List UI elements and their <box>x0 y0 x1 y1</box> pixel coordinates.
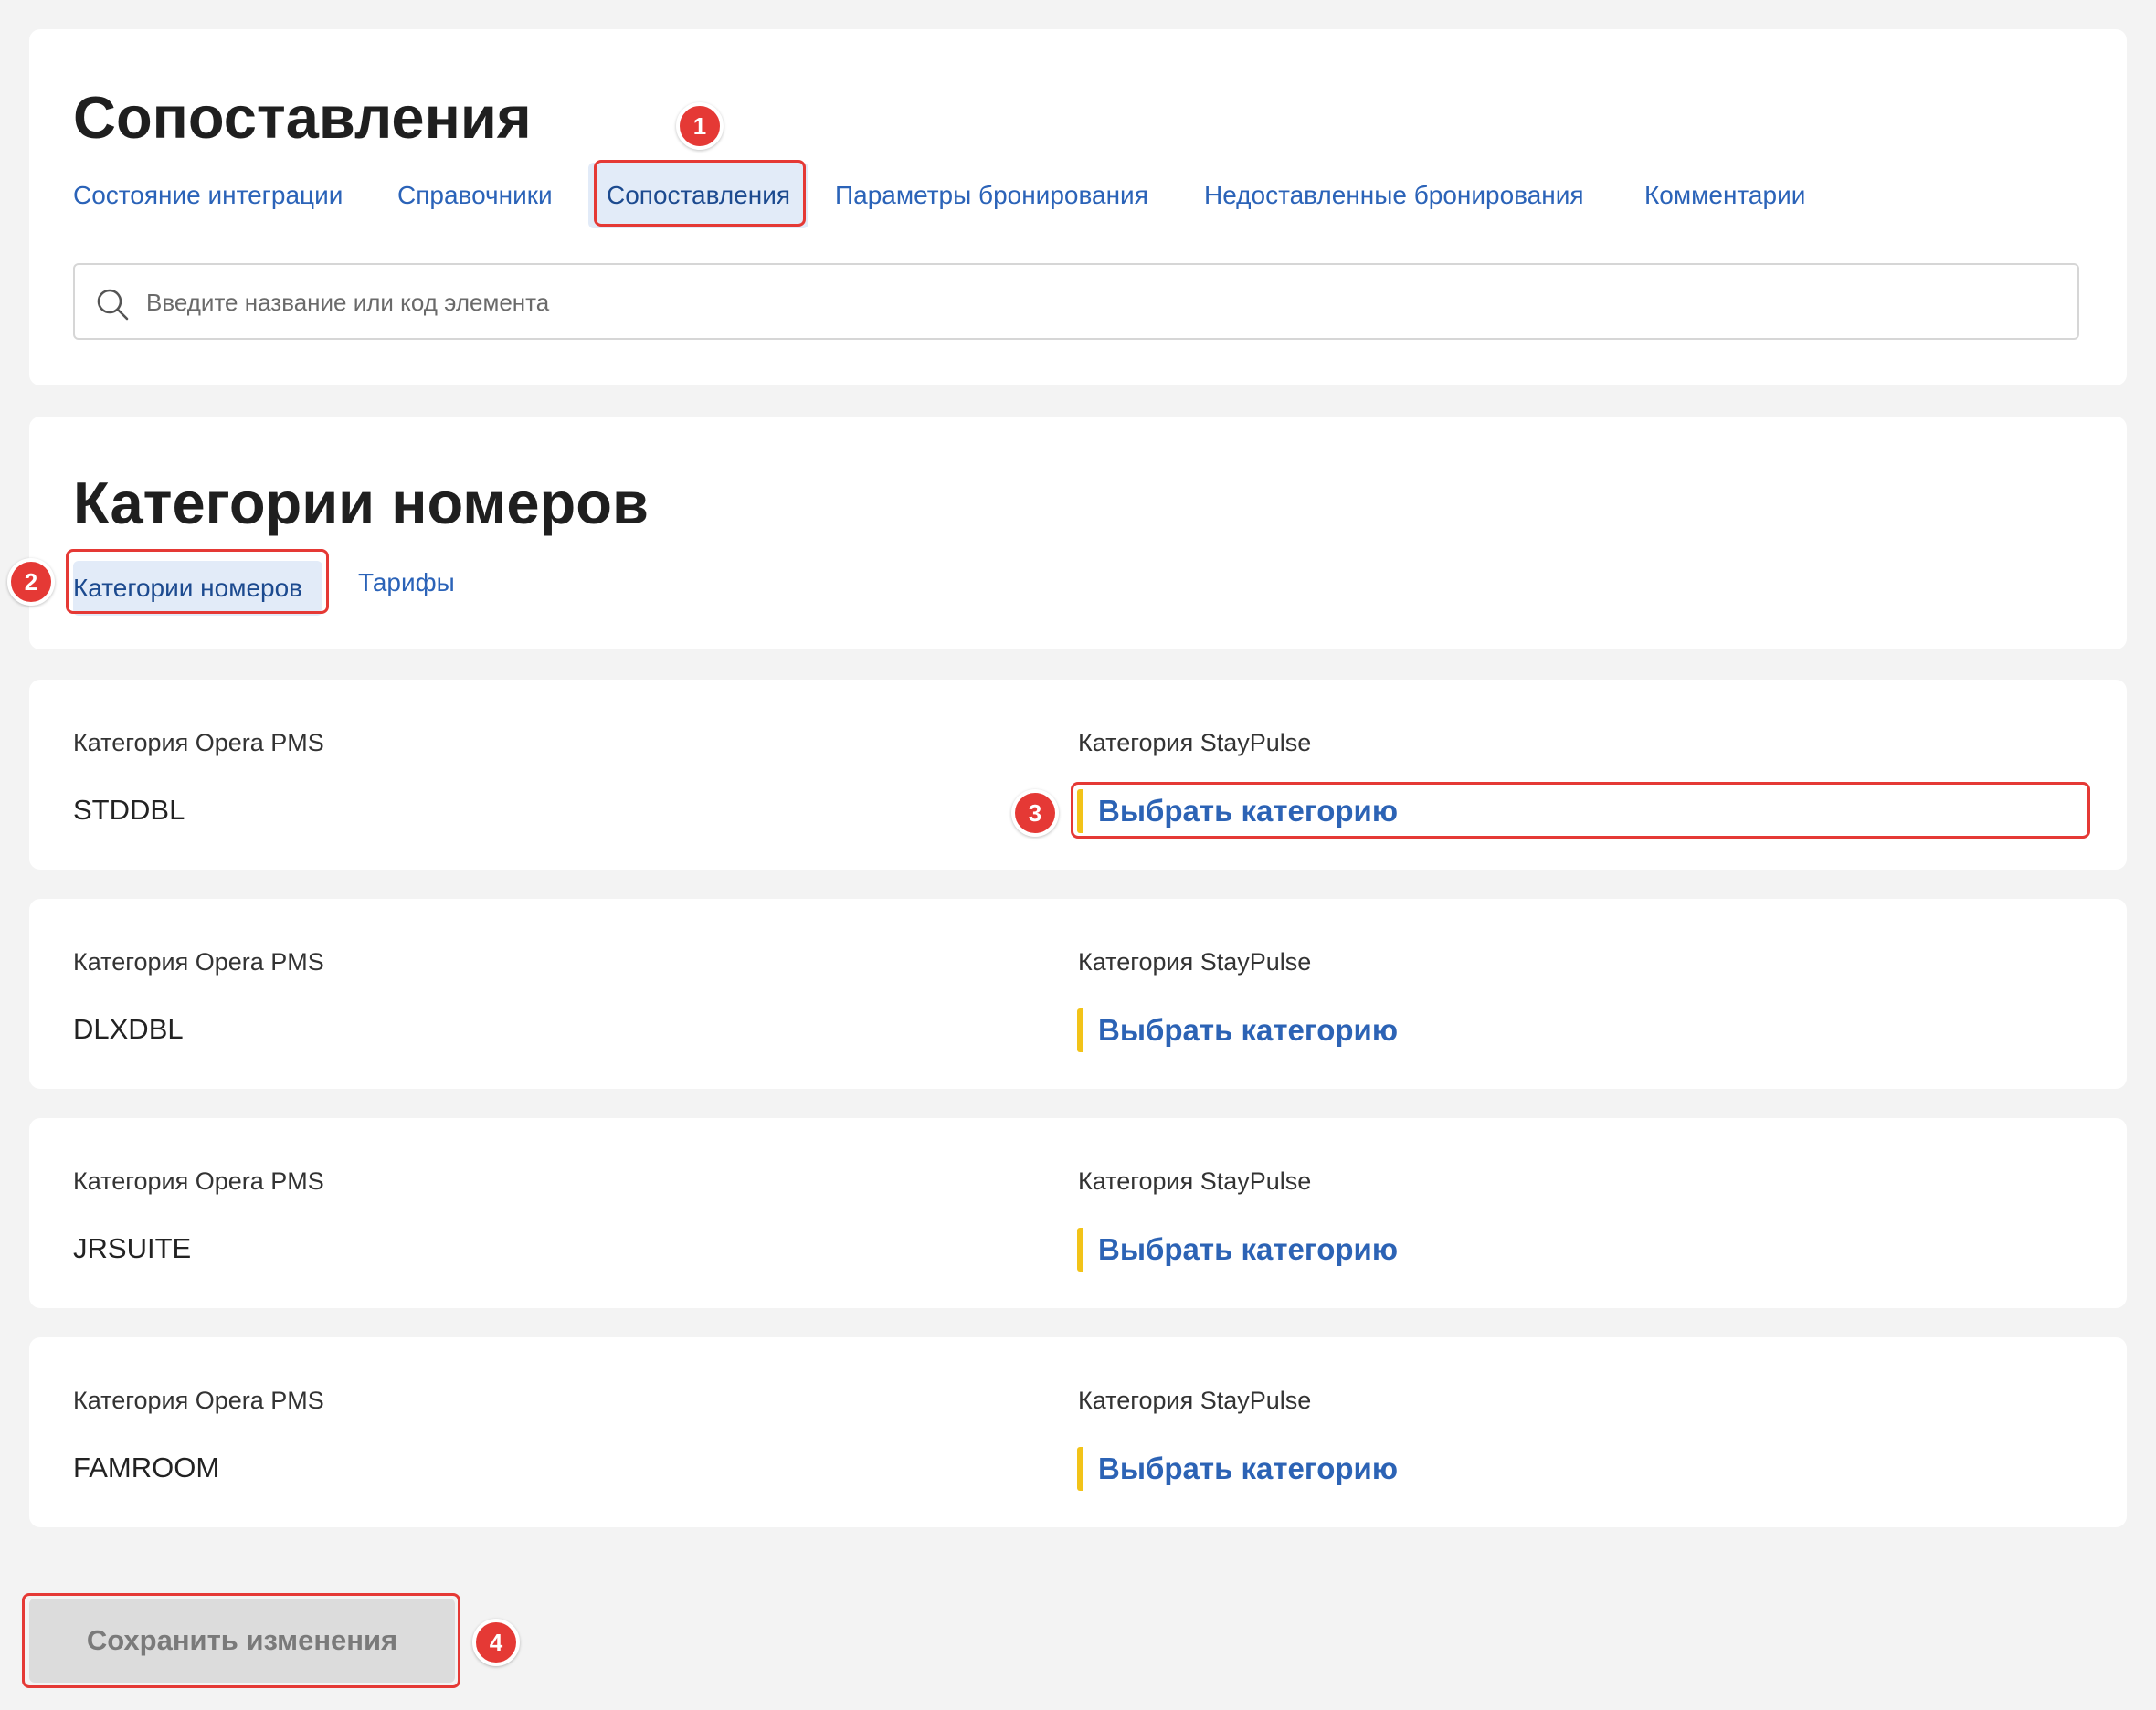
annotation-badge: 1 <box>676 102 724 150</box>
source-label: Категория Opera PMS <box>73 729 324 756</box>
mapping-row: Категория Opera PMS STDDBL Категория Sta… <box>29 680 2127 870</box>
select-category-label: Выбрать категорию <box>1098 794 1399 828</box>
source-code: JRSUITE <box>73 1232 192 1264</box>
section-card: Категории номеров Категории номеров Тари… <box>29 417 2127 649</box>
mapping-row: Категория Opera PMS DLXDBL Категория Sta… <box>29 899 2127 1089</box>
source-code: DLXDBL <box>73 1013 184 1045</box>
select-category-label: Выбрать категорию <box>1098 1232 1399 1266</box>
target-label: Категория StayPulse <box>1078 729 1312 756</box>
tab-comments[interactable]: Комментарии <box>1644 183 1805 208</box>
tab-directories[interactable]: Справочники <box>397 183 553 208</box>
annotation-badge: 4 <box>472 1619 520 1666</box>
mapping-row: Категория Opera PMS JRSUITE Категория St… <box>29 1118 2127 1308</box>
page-title: Сопоставления <box>73 84 532 151</box>
target-label: Категория StayPulse <box>1078 948 1312 976</box>
tab-mappings[interactable]: Сопоставления <box>588 163 809 228</box>
search-icon <box>97 289 129 321</box>
search-box[interactable] <box>73 263 2079 340</box>
select-category-link[interactable]: Выбрать категорию <box>1077 789 1398 833</box>
subtab-room-categories[interactable]: Категории номеров <box>73 561 323 616</box>
mapping-row: Категория Opera PMS FAMROOM Категория St… <box>29 1337 2127 1527</box>
tab-integration-status[interactable]: Состояние интеграции <box>73 183 343 208</box>
target-label: Категория StayPulse <box>1078 1387 1312 1414</box>
search-input[interactable] <box>144 280 2048 325</box>
save-changes-button[interactable]: Сохранить изменения <box>29 1599 455 1683</box>
source-label: Категория Opera PMS <box>73 1167 324 1195</box>
tab-undelivered-bookings[interactable]: Недоставленные бронирования <box>1204 183 1584 208</box>
source-code: STDDBL <box>73 794 185 826</box>
select-category-label: Выбрать категорию <box>1098 1451 1399 1485</box>
section-title: Категории номеров <box>73 470 649 536</box>
select-category-label: Выбрать категорию <box>1098 1013 1399 1047</box>
select-category-link[interactable]: Выбрать категорию <box>1077 1447 1398 1491</box>
subtab-rates[interactable]: Тарифы <box>358 570 455 596</box>
select-category-link[interactable]: Выбрать категорию <box>1077 1228 1398 1272</box>
tab-booking-params[interactable]: Параметры бронирования <box>835 183 1148 208</box>
annotation-badge: 3 <box>1011 789 1059 837</box>
source-label: Категория Opera PMS <box>73 1387 324 1414</box>
target-label: Категория StayPulse <box>1078 1167 1312 1195</box>
header-card: Сопоставления Состояние интеграции Справ… <box>29 29 2127 385</box>
source-label: Категория Opera PMS <box>73 948 324 976</box>
select-category-link[interactable]: Выбрать категорию <box>1077 1008 1398 1052</box>
annotation-badge: 2 <box>7 558 55 606</box>
source-code: FAMROOM <box>73 1451 220 1483</box>
